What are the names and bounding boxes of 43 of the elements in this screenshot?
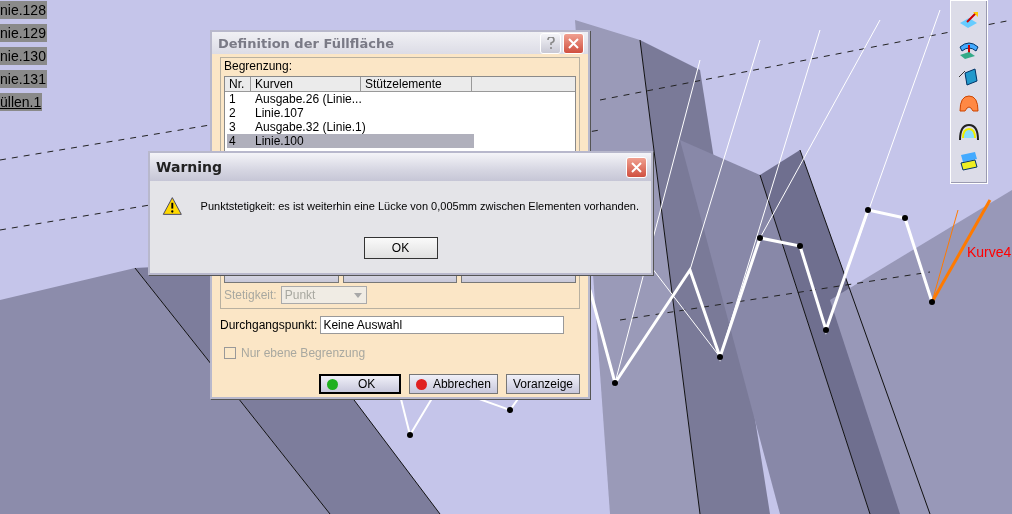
help-button[interactable] xyxy=(540,32,561,54)
status-dot-icon xyxy=(415,378,427,390)
curve-label: Kurve4 xyxy=(967,244,1012,260)
column-header[interactable]: Stützelemente xyxy=(361,77,472,92)
window-title: Definition der Füllfläche xyxy=(218,35,394,51)
dialog-button[interactable]: Abbrechen xyxy=(408,374,498,394)
column-header[interactable]: Nr. xyxy=(225,77,251,92)
tree-item[interactable]: nie.128 xyxy=(0,1,47,19)
field-label: Durchgangspunkt: xyxy=(220,318,318,332)
dialog-button[interactable]: OK xyxy=(318,374,401,394)
list-row[interactable]: 2 Linie.107 xyxy=(227,106,474,120)
close-icon xyxy=(631,161,642,173)
tree-item[interactable]: nie.129 xyxy=(0,24,47,42)
close-button[interactable] xyxy=(626,156,647,178)
row-number: 3 xyxy=(228,120,237,134)
help-icon xyxy=(546,37,555,49)
row-number: 4 xyxy=(228,134,237,148)
group-label: Begrenzung: xyxy=(224,59,294,73)
list-row[interactable]: 4 Linie.100 xyxy=(227,134,474,148)
input-field[interactable]: Keine Auswahl xyxy=(320,316,565,334)
row-number: 1 xyxy=(228,92,237,106)
window-title: Warning xyxy=(156,159,223,175)
close-button[interactable] xyxy=(563,32,584,54)
curve-name: Ausgabe.26 (Linie... xyxy=(254,92,363,106)
tree-item[interactable]: üllen.1 xyxy=(0,93,43,111)
checkbox-label: Nur ebene Begrenzung xyxy=(241,346,366,360)
curve-name: Ausgabe.32 (Linie.1) xyxy=(254,120,367,134)
row-number: 2 xyxy=(228,106,237,120)
surface-tool-icon[interactable] xyxy=(957,65,981,89)
tree-item[interactable]: nie.130 xyxy=(0,47,47,65)
list-row[interactable]: 3 Ausgabe.32 (Linie.1) xyxy=(227,120,474,134)
ok-button[interactable]: OK xyxy=(363,237,438,259)
curve-name: Linie.107 xyxy=(254,106,305,120)
continuity-label: Stetigkeit: xyxy=(224,288,277,302)
tree-item[interactable]: nie.131 xyxy=(0,70,47,88)
status-dot-icon xyxy=(326,378,338,390)
close-icon xyxy=(568,37,579,49)
list-row[interactable]: 1 Ausgabe.26 (Linie... xyxy=(227,92,474,106)
column-header[interactable]: Kurven xyxy=(251,77,361,92)
dialog-button[interactable]: Voranzeige xyxy=(505,374,580,394)
curve-name: Linie.100 xyxy=(254,134,305,148)
warning-message: Punktstetigkeit: es ist weiterhin eine Lücke von 0,005mm zwischen Elementen vorhanden. xyxy=(200,200,639,212)
surface-tool-icon[interactable] xyxy=(957,149,981,173)
